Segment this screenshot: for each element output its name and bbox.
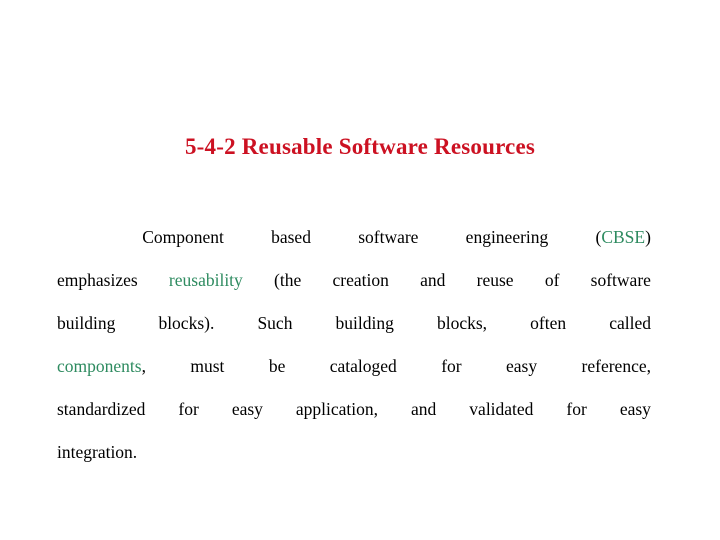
body-word: for (178, 399, 199, 419)
body-word: building (57, 313, 116, 333)
slide-canvas: 5-4-2 Reusable Software Resources Compon… (0, 0, 720, 540)
body-word: application, (295, 399, 379, 419)
body-paragraph: Component based software engineering (CBSE) e… (57, 216, 651, 474)
page-title: 5-4-2 Reusable Software Resources (184, 134, 536, 159)
body-word: software (358, 227, 419, 247)
body-word: often (530, 313, 567, 333)
body-word: building (335, 313, 394, 333)
body-word: must (190, 356, 225, 376)
body-word: based (271, 227, 311, 247)
body-word: of (544, 270, 560, 290)
body-word: reusability (169, 259, 243, 302)
body-word: emphasizes (57, 270, 138, 290)
body-word: Component (142, 227, 224, 247)
body-word: easy (619, 399, 651, 419)
body-word: reference, (581, 356, 651, 376)
body-word: engineering (465, 227, 549, 247)
body-word: reuse (476, 270, 514, 290)
body-word: components, (57, 345, 146, 388)
body-line: emphasizes reusability (the creation and reus… (57, 259, 651, 302)
body-word: for (441, 356, 462, 376)
body-text: , (141, 356, 146, 376)
body-word: standardized (57, 399, 146, 419)
body-word: and (411, 399, 437, 419)
body-line: components, must be cataloged for easy referen… (57, 345, 651, 388)
body-word: and (420, 270, 446, 290)
body-word: cataloged (329, 356, 397, 376)
body-text: ) (645, 227, 651, 247)
body-word: (CBSE) (596, 216, 651, 259)
body-word: (the (274, 270, 302, 290)
highlighted-term: components (57, 356, 142, 376)
body-line: standardized for easy application, and valida… (57, 388, 651, 431)
body-word: integration. (57, 442, 138, 462)
highlighted-term: reusability (168, 270, 243, 290)
body-word: Such (257, 313, 293, 333)
body-line: building blocks). Such building blocks, often… (57, 302, 651, 345)
body-word: creation (332, 270, 389, 290)
body-word: easy (506, 356, 538, 376)
body-word: called (609, 313, 651, 333)
highlighted-term: CBSE (601, 227, 646, 247)
body-line: Component based software engineering (CBSE) (57, 216, 651, 259)
body-word: easy (231, 399, 263, 419)
body-word: for (566, 399, 587, 419)
body-word: be (268, 356, 286, 376)
body-word: blocks, (436, 313, 488, 333)
body-word: validated (469, 399, 534, 419)
body-word: blocks). (158, 313, 215, 333)
body-line: integration. (57, 431, 651, 474)
body-word: software (590, 270, 651, 290)
